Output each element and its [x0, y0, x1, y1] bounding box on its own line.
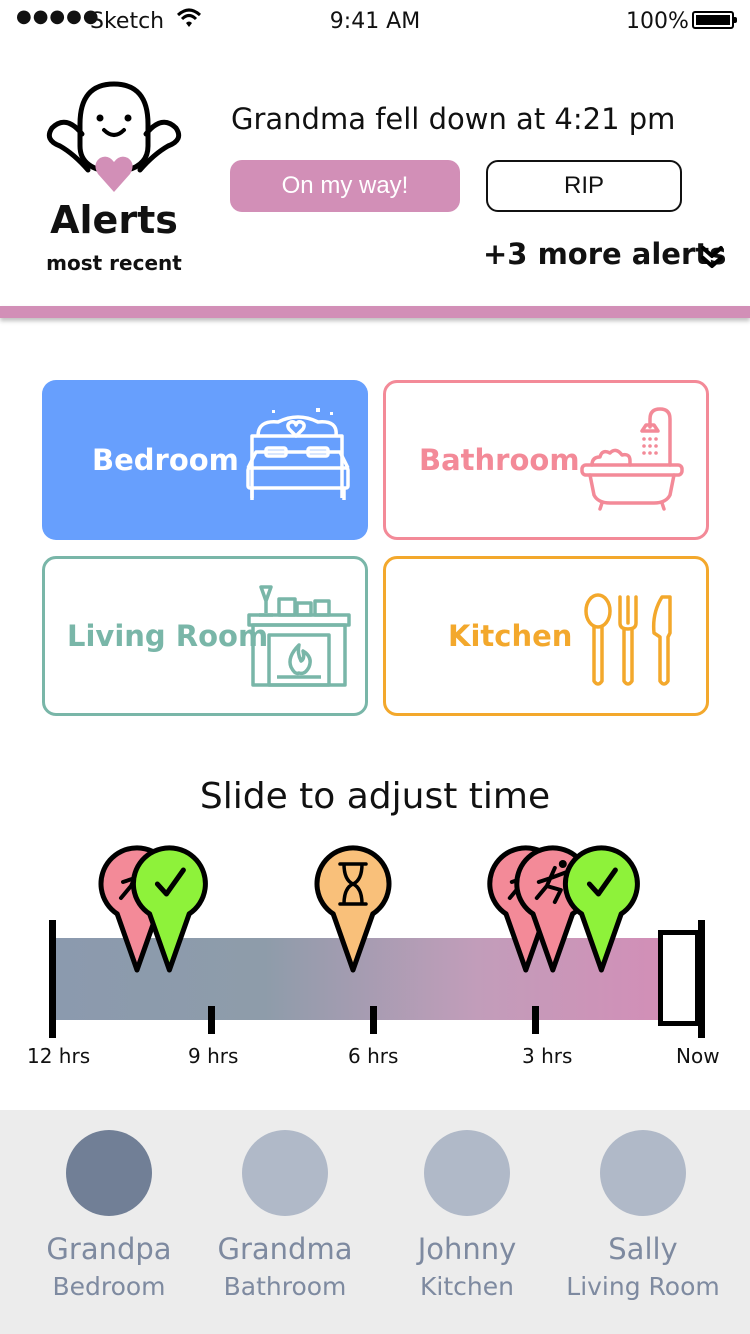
event-markers: [98, 845, 640, 973]
room-card-kitchen[interactable]: Kitchen: [383, 556, 709, 716]
fireplace-icon: [247, 585, 351, 687]
avatar: [66, 1130, 152, 1216]
alerts-divider: [0, 306, 750, 318]
tick-9h: [208, 1006, 215, 1034]
person-room: Bedroom: [52, 1272, 166, 1301]
bed-icon: [246, 408, 350, 500]
on-my-way-button[interactable]: On my way!: [230, 160, 460, 212]
ghost-heart-icon: [46, 81, 182, 192]
marker-waiting-icon[interactable]: [314, 845, 392, 973]
alerts-subtitle: most recent: [46, 251, 182, 275]
person-sally[interactable]: Sally Living Room: [558, 1130, 728, 1301]
rip-button[interactable]: RIP: [486, 160, 682, 212]
person-room: Kitchen: [420, 1272, 514, 1301]
more-alerts-link[interactable]: +3 more alerts: [483, 237, 726, 271]
tick-label: Now: [676, 1044, 720, 1068]
room-label: Living Room: [67, 619, 269, 653]
room-label: Bathroom: [419, 443, 580, 477]
room-label: Bedroom: [92, 443, 239, 477]
person-name: Johnny: [417, 1232, 517, 1266]
battery-percent: 100%: [626, 9, 689, 34]
alerts-title: Alerts: [50, 198, 178, 242]
avatar: [242, 1130, 328, 1216]
person-room: Living Room: [566, 1272, 720, 1301]
tick-label: 12 hrs: [27, 1044, 91, 1068]
tick-6h: [370, 1006, 377, 1034]
room-card-living-room[interactable]: Living Room: [42, 556, 368, 716]
person-grandpa[interactable]: Grandpa Bedroom: [24, 1130, 194, 1301]
tick-label: 9 hrs: [188, 1044, 239, 1068]
room-card-bathroom[interactable]: Bathroom: [383, 380, 709, 540]
double-chevron-down-icon[interactable]: [700, 244, 724, 270]
person-name: Grandma: [217, 1232, 353, 1266]
marker-ok-icon[interactable]: [562, 845, 640, 973]
avatar: [600, 1130, 686, 1216]
person-name: Sally: [608, 1232, 678, 1266]
avatar: [424, 1130, 510, 1216]
person-room: Bathroom: [223, 1272, 347, 1301]
status-bar: ●●●●● Sketch 9:41 AM 100%: [0, 0, 750, 44]
person-johnny[interactable]: Johnny Kitchen: [382, 1130, 552, 1301]
room-label: Kitchen: [448, 619, 573, 653]
tick-label: 6 hrs: [348, 1044, 399, 1068]
timeline-title: Slide to adjust time: [199, 776, 551, 817]
tick-label: 3 hrs: [522, 1044, 573, 1068]
person-grandma[interactable]: Grandma Bathroom: [200, 1130, 370, 1301]
person-name: Grandpa: [46, 1232, 172, 1266]
cutlery-icon: [584, 593, 672, 686]
room-card-bedroom[interactable]: Bedroom: [42, 380, 368, 540]
battery-icon: [692, 11, 737, 29]
bathtub-icon: [580, 407, 684, 511]
tick-3h: [532, 1006, 539, 1034]
alert-message: Grandma fell down at 4:21 pm: [231, 102, 676, 136]
